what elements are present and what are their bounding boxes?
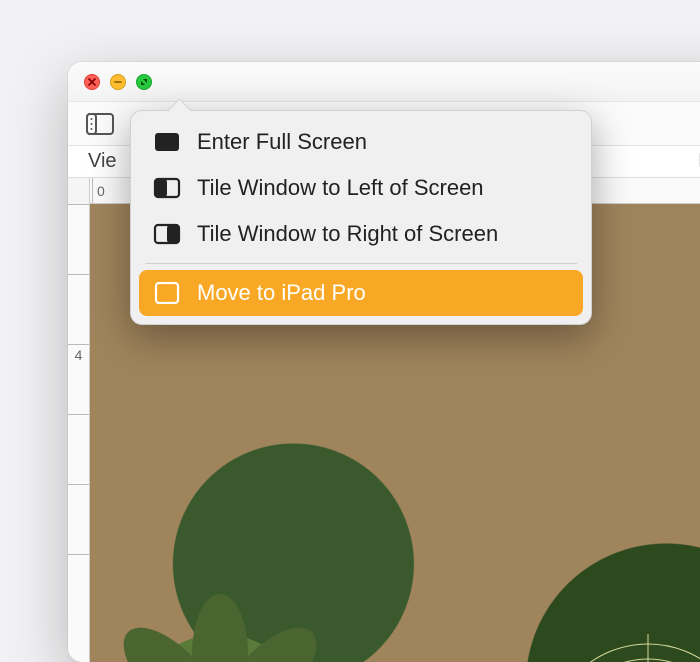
menu-item-fullscreen[interactable]: Enter Full Screen bbox=[139, 119, 583, 165]
menu-item-label: Enter Full Screen bbox=[197, 129, 367, 155]
menu-item-move-to-ipad[interactable]: Move to iPad Pro bbox=[139, 270, 583, 316]
minimize-button[interactable] bbox=[110, 74, 126, 90]
menu-separator bbox=[145, 263, 577, 264]
tile-left-icon bbox=[153, 177, 181, 199]
view-label: Vie bbox=[88, 150, 117, 173]
titlebar bbox=[68, 62, 700, 102]
ruler-tick: 4 bbox=[68, 344, 89, 363]
cactus-image bbox=[508, 584, 700, 662]
ruler-tick: 0 bbox=[92, 178, 105, 203]
menu-item-label: Tile Window to Right of Screen bbox=[197, 221, 498, 247]
menu-item-label: Tile Window to Left of Screen bbox=[197, 175, 484, 201]
close-button[interactable] bbox=[84, 74, 100, 90]
ruler-corner bbox=[68, 178, 90, 204]
ruler-tick bbox=[68, 274, 89, 277]
menu-item-tile-right[interactable]: Tile Window to Right of Screen bbox=[139, 211, 583, 257]
ruler-tick bbox=[68, 204, 89, 207]
ipad-icon bbox=[153, 282, 181, 304]
fullscreen-icon bbox=[153, 131, 181, 153]
fullscreen-button[interactable] bbox=[136, 74, 152, 90]
window-menu: Enter Full Screen Tile Window to Left of… bbox=[130, 110, 592, 325]
menu-item-tile-left[interactable]: Tile Window to Left of Screen bbox=[139, 165, 583, 211]
ruler-tick bbox=[68, 484, 89, 487]
tile-right-icon bbox=[153, 223, 181, 245]
sidebar-toggle-icon[interactable] bbox=[86, 113, 114, 135]
ruler-tick bbox=[68, 414, 89, 417]
plant-image bbox=[68, 524, 380, 662]
menu-item-label: Move to iPad Pro bbox=[197, 280, 366, 306]
